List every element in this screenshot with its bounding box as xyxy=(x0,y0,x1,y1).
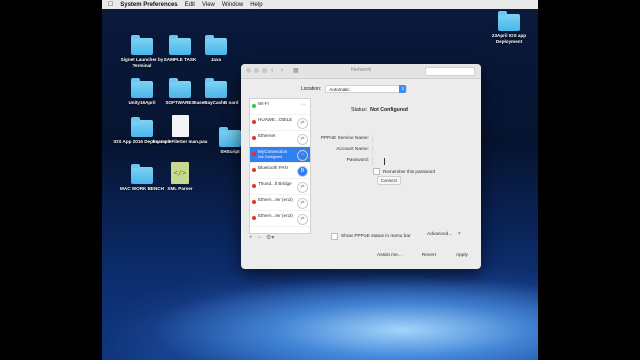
service-name: MyConnection xyxy=(258,149,288,154)
service-name-label: PPPoE Service Name: xyxy=(320,136,369,141)
status-dot-icon xyxy=(252,104,256,108)
assist-me-button[interactable]: Assist me... xyxy=(377,253,402,258)
status-dot-icon xyxy=(252,136,256,140)
phone-icon: ⇄ xyxy=(297,118,308,129)
service-name: HUAWE...OBILE xyxy=(258,117,293,122)
service-item[interactable]: MyConnection Not Configured ⇄ xyxy=(250,147,310,163)
service-name-input[interactable] xyxy=(372,135,473,143)
remember-password-checkbox[interactable] xyxy=(373,168,380,175)
service-item[interactable]: Ethern...ter (en2) ⇄ xyxy=(250,195,310,211)
service-list: Wi-Fi ◠ HUAWE...OBILE ⇄ Ethernet ⇄ MyConnectio… xyxy=(249,98,311,234)
status-dot-icon xyxy=(252,120,256,124)
location-label: Location: xyxy=(301,86,322,92)
service-item[interactable]: Wi-Fi ◠ xyxy=(250,99,310,115)
ethernet-icon: ⇄ xyxy=(297,134,308,145)
network-window: ‹ › ▦ Network Location: Automatic ⇕ Wi-F… xyxy=(241,64,481,269)
menu-bar:  System Preferences Edit View Window He… xyxy=(102,0,538,9)
desktop-icon-label: XML Parser xyxy=(167,186,193,191)
remember-password-label: Remember this password xyxy=(383,169,436,174)
status-row: Status: Not Configured xyxy=(351,107,408,113)
chevron-updown-icon: ⇕ xyxy=(399,85,407,93)
ethernet-icon: ⇄ xyxy=(297,214,308,225)
menu-window[interactable]: Window xyxy=(222,2,243,8)
ethernet-icon: ⇄ xyxy=(297,198,308,209)
location-select[interactable]: Automatic ⇕ xyxy=(325,85,408,93)
folder-icon xyxy=(219,127,241,147)
remove-service-button[interactable]: − xyxy=(258,235,262,241)
advanced-label: Advanced... xyxy=(427,232,453,237)
password-input[interactable] xyxy=(372,157,473,165)
service-name: Ethern...ter (en2) xyxy=(258,197,293,202)
location-value: Automatic xyxy=(329,86,350,92)
search-input[interactable] xyxy=(425,67,475,76)
menu-app-name[interactable]: System Preferences xyxy=(120,2,177,8)
location-row: Location: Automatic ⇕ xyxy=(301,85,408,93)
service-name: Bluetooth PAN xyxy=(258,165,288,170)
show-pppoe-row[interactable]: Show PPPoE status in menu bar xyxy=(331,233,411,240)
help-icon[interactable]: ? xyxy=(458,232,461,237)
folder-icon xyxy=(205,78,227,98)
service-item[interactable]: Thund...lt Bridge ⇄ xyxy=(250,179,310,195)
service-name: Wi-Fi xyxy=(258,101,269,106)
show-pppoe-checkbox[interactable] xyxy=(331,233,338,240)
service-name: Ethernet xyxy=(258,133,276,138)
status-label: Status: xyxy=(351,107,368,113)
desktop-icon-23april[interactable]: 23April IOS app Deployment xyxy=(480,11,538,44)
service-name: Ethern...ter (en3) xyxy=(258,213,293,218)
service-item[interactable]: Bluetooth PAN B xyxy=(250,163,310,179)
service-item[interactable]: HUAWE...OBILE ⇄ xyxy=(250,115,310,131)
account-name-label: Account Name: xyxy=(336,147,369,152)
window-titlebar: ‹ › ▦ Network xyxy=(241,64,481,79)
desktop-icon-java[interactable]: Java xyxy=(186,35,246,63)
remember-password-row[interactable]: Remember this password xyxy=(373,168,435,175)
wifi-icon: ◠ xyxy=(301,103,306,109)
ethernet-icon: ⇄ xyxy=(297,182,308,193)
account-name-input[interactable] xyxy=(372,146,473,154)
bluetooth-icon: B xyxy=(297,166,308,177)
apple-menu-icon[interactable]:  xyxy=(108,0,113,9)
text-cursor xyxy=(384,158,385,165)
service-item[interactable]: Ethernet ⇄ xyxy=(250,131,310,147)
service-list-controls: + − ⚙▾ xyxy=(249,234,274,242)
apply-button[interactable]: Apply xyxy=(456,253,468,258)
menu-help[interactable]: Help xyxy=(250,2,262,8)
status-dot-icon xyxy=(252,152,256,156)
status-dot-icon xyxy=(252,200,256,204)
menu-view[interactable]: View xyxy=(202,2,215,8)
folder-icon xyxy=(498,11,520,31)
service-status: Not Configured xyxy=(258,155,283,159)
show-pppoe-label: Show PPPoE status in menu bar xyxy=(341,234,411,239)
bottom-buttons: Assist me... Revert Apply xyxy=(377,253,468,258)
status-dot-icon xyxy=(252,184,256,188)
document-icon xyxy=(171,115,189,137)
desktop-screen:  System Preferences Edit View Window He… xyxy=(102,0,538,360)
desktop-icon-xml-parser[interactable]: </> XML Parser xyxy=(150,162,210,192)
folder-icon xyxy=(205,35,227,55)
service-name: Thund...lt Bridge xyxy=(258,181,292,186)
status-dot-icon xyxy=(252,168,256,172)
status-dot-icon xyxy=(252,216,256,220)
advanced-button[interactable]: Advanced... ? xyxy=(427,232,460,237)
phone-icon: ⇄ xyxy=(297,150,308,161)
password-label: Password: xyxy=(346,158,369,163)
add-service-button[interactable]: + xyxy=(249,235,253,241)
gear-icon[interactable]: ⚙▾ xyxy=(266,234,274,241)
status-value: Not Configured xyxy=(370,107,408,113)
connect-button[interactable]: Connect xyxy=(377,176,401,185)
desktop-icon-label: Java xyxy=(210,57,222,62)
xml-file-icon: </> xyxy=(171,162,189,184)
menu-edit[interactable]: Edit xyxy=(185,2,195,8)
desktop-icon-label: 23April IOS app Deployment xyxy=(491,33,527,44)
service-item[interactable]: Ethern...ter (en3) ⇄ xyxy=(250,211,310,227)
desktop-icon-easebay[interactable]: EaseBayCashB oard xyxy=(186,78,246,106)
revert-button[interactable]: Revert xyxy=(422,253,436,258)
desktop-icon-label: EaseBayCashB oard xyxy=(193,100,239,105)
